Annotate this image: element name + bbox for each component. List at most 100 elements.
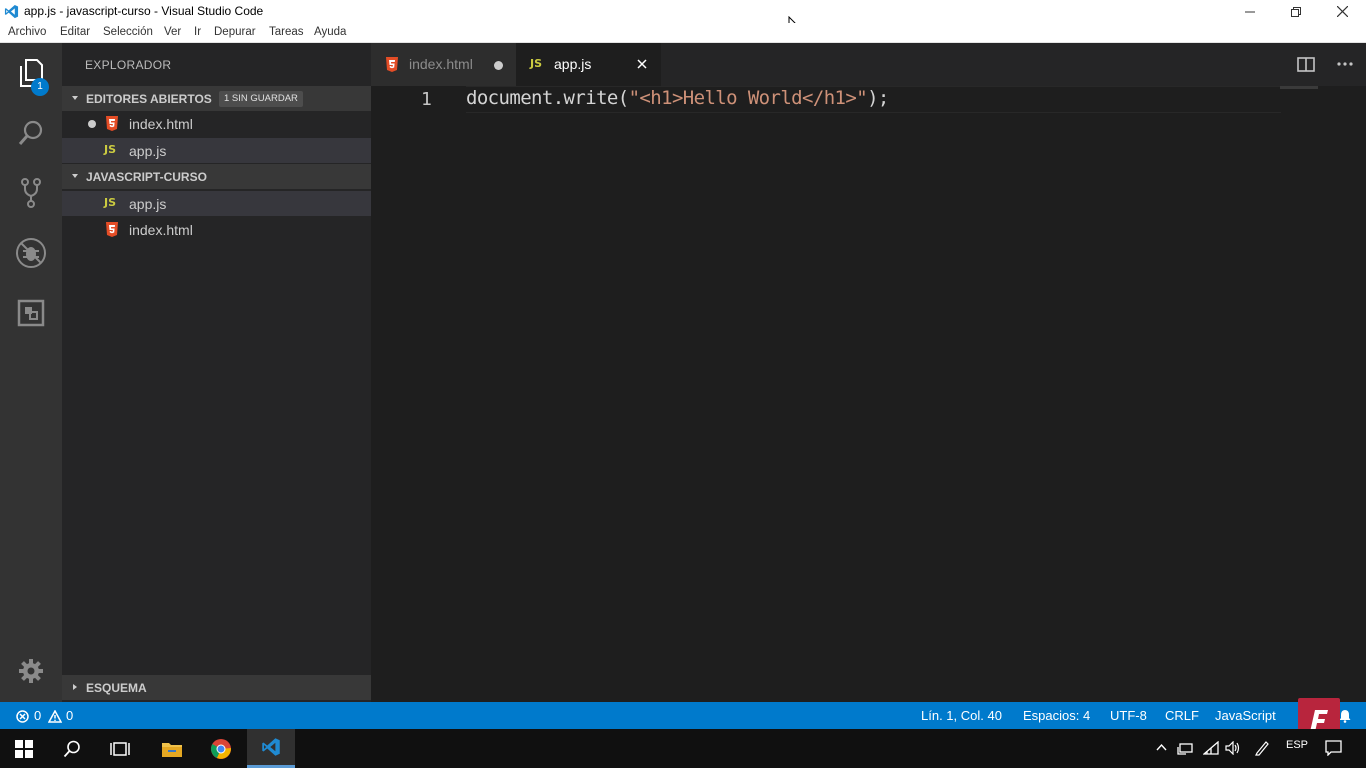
chevron-down-icon — [72, 174, 78, 178]
explorer-view-button[interactable]: 1 — [0, 48, 62, 98]
source-control-icon — [21, 178, 41, 208]
search-view-button[interactable] — [0, 108, 62, 158]
close-tab-icon[interactable] — [637, 59, 647, 69]
folder-header[interactable]: JAVASCRIPT-CURSO — [62, 164, 371, 189]
js-file-icon: JS — [104, 196, 117, 209]
window-title: app.js - javascript-curso - Visual Studi… — [24, 4, 264, 18]
unsaved-dot-icon[interactable] — [494, 61, 503, 70]
encoding[interactable]: UTF-8 — [1110, 708, 1147, 723]
html5-file-icon — [106, 222, 118, 237]
debug-icon — [16, 238, 46, 268]
open-editor-app-js[interactable]: JS app.js — [62, 138, 371, 163]
start-button[interactable] — [0, 729, 48, 768]
menu-ver[interactable]: Ver — [164, 26, 181, 38]
unsaved-dot-icon[interactable] — [88, 120, 96, 128]
menu-bar: Archivo Editar Selección Ver Ir Depurar … — [0, 23, 1366, 43]
activity-bar: 1 — [0, 43, 62, 702]
open-editors-label: EDITORES ABIERTOS — [86, 92, 212, 106]
code-paren-open: ( — [617, 87, 629, 109]
network-icon[interactable] — [1177, 741, 1193, 755]
source-control-view-button[interactable] — [0, 168, 62, 218]
title-bar: app.js - javascript-curso - Visual Studi… — [0, 0, 1366, 35]
folder-icon — [162, 742, 182, 757]
menu-depurar[interactable]: Depurar — [214, 26, 256, 38]
windows-logo-icon — [15, 739, 33, 758]
explorer-badge: 1 — [31, 78, 49, 96]
sidebar-title: EXPLORADOR — [85, 58, 172, 72]
open-editors-header[interactable]: EDITORES ABIERTOS 1 SIN GUARDAR — [62, 86, 371, 111]
pen-icon[interactable] — [1254, 740, 1270, 756]
minimize-button[interactable] — [1227, 0, 1273, 23]
volume-icon[interactable] — [1225, 741, 1241, 755]
code-line[interactable]: document.write("<h1>Hello World</h1>"); — [466, 87, 889, 109]
warning-count[interactable]: 0 — [66, 708, 73, 723]
menu-editar[interactable]: Editar — [60, 26, 90, 38]
input-language[interactable]: ESP — [1286, 739, 1308, 751]
outline-label: ESQUEMA — [86, 681, 147, 695]
search-icon — [18, 120, 43, 145]
menu-seleccion[interactable]: Selección — [103, 26, 153, 38]
folder-file-app-js[interactable]: JS app.js — [62, 191, 371, 216]
folder-file-index-html[interactable]: index.html — [62, 217, 371, 242]
chrome-icon — [211, 738, 231, 759]
more-actions-icon[interactable] — [1337, 62, 1353, 66]
error-icon[interactable] — [16, 710, 29, 723]
file-name: app.js — [129, 196, 167, 212]
html5-file-icon — [386, 57, 398, 72]
chevron-right-icon — [73, 684, 77, 690]
settings-button[interactable] — [0, 646, 62, 696]
wifi-icon[interactable] — [1203, 741, 1219, 755]
unsaved-count-badge: 1 SIN GUARDAR — [219, 91, 303, 107]
debug-view-button[interactable] — [0, 228, 62, 278]
tab-label: app.js — [554, 56, 592, 72]
editor-tab-bar: index.html JS app.js — [371, 43, 1366, 86]
minimize-icon — [1245, 11, 1255, 12]
code-editor[interactable]: 1 document.write("<h1>Hello World</h1>")… — [371, 86, 1366, 702]
extensions-icon — [17, 299, 45, 327]
file-name: index.html — [129, 116, 193, 132]
menu-archivo[interactable]: Archivo — [8, 26, 46, 38]
status-bar: 0 0 Lín. 1, Col. 40 Espacios: 4 UTF-8 CR… — [0, 702, 1366, 729]
file-explorer-taskbar-button[interactable] — [148, 729, 196, 768]
vscode-taskbar-button[interactable] — [247, 729, 295, 768]
windows-taskbar: ESP — [0, 729, 1366, 768]
chrome-taskbar-button[interactable] — [197, 729, 245, 768]
tab-index-html[interactable]: index.html — [371, 43, 516, 86]
minimap[interactable] — [1280, 86, 1318, 89]
task-view-icon — [110, 741, 130, 756]
cursor-position[interactable]: Lín. 1, Col. 40 — [921, 708, 1002, 723]
indentation[interactable]: Espacios: 4 — [1023, 708, 1090, 723]
tab-label: index.html — [409, 56, 473, 72]
chevron-up-icon[interactable] — [1156, 743, 1167, 751]
js-file-icon: JS — [530, 57, 543, 70]
html5-file-icon — [106, 116, 118, 131]
vscode-logo-icon — [262, 738, 280, 756]
notification-bell-icon[interactable] — [1339, 709, 1351, 723]
tab-app-js[interactable]: JS app.js — [516, 43, 661, 86]
search-icon — [63, 740, 80, 757]
error-count[interactable]: 0 — [34, 708, 41, 723]
open-editor-index-html[interactable]: index.html — [62, 111, 371, 136]
line-number: 1 — [421, 89, 432, 110]
language-mode[interactable]: JavaScript — [1215, 708, 1276, 723]
menu-ir[interactable]: Ir — [194, 26, 201, 38]
close-window-button[interactable] — [1319, 0, 1365, 23]
file-name: app.js — [129, 143, 167, 159]
folder-label: JAVASCRIPT-CURSO — [86, 170, 207, 184]
extensions-view-button[interactable] — [0, 288, 62, 338]
menu-tareas[interactable]: Tareas — [269, 26, 304, 38]
warning-icon[interactable] — [48, 710, 62, 723]
menu-ayuda[interactable]: Ayuda — [314, 26, 346, 38]
js-file-icon: JS — [104, 143, 117, 156]
code-paren-close: ); — [867, 87, 889, 109]
restore-button[interactable] — [1273, 0, 1319, 23]
taskbar-search-button[interactable] — [48, 729, 96, 768]
task-view-button[interactable] — [96, 729, 144, 768]
close-icon — [1336, 6, 1348, 17]
split-editor-icon[interactable] — [1297, 57, 1315, 72]
code-identifier: document.write — [466, 87, 618, 109]
line-ending[interactable]: CRLF — [1165, 708, 1199, 723]
restore-icon — [1291, 6, 1301, 17]
action-center-icon[interactable] — [1325, 740, 1342, 756]
outline-header[interactable]: ESQUEMA — [62, 675, 371, 700]
